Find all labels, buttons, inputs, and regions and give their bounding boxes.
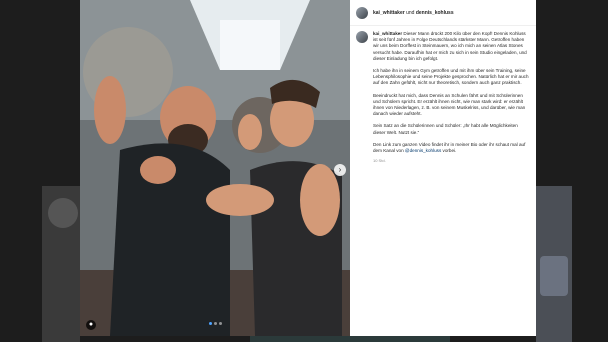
caption-paragraph: kai_whittaker Dieser Mann drückt 200 Kil… — [373, 31, 530, 62]
post-side-panel: kai_whittaker und dennis_kohluss kai_whi… — [350, 0, 536, 336]
background-figure — [540, 256, 568, 296]
post-timestamp: 10 Std. — [373, 158, 386, 164]
caption-avatar[interactable] — [356, 31, 368, 43]
carousel-next-button[interactable]: › — [334, 164, 346, 176]
avatar[interactable] — [356, 6, 368, 19]
post-authors: kai_whittaker und dennis_kohluss — [373, 10, 454, 16]
coauthor-username[interactable]: dennis_kohluss — [416, 10, 454, 16]
post-caption: kai_whittaker Dieser Mann drückt 200 Kil… — [350, 26, 536, 164]
caption-text: vorbei. — [441, 148, 457, 154]
carousel-dot — [208, 322, 212, 325]
photo-illustration — [80, 0, 350, 336]
author-username[interactable]: kai_whittaker — [373, 10, 405, 16]
background-post-left — [42, 186, 80, 342]
caption-paragraph: Den Link zum ganzen Video findet ihr in … — [373, 142, 530, 154]
background-post-right — [536, 186, 572, 342]
caption-paragraph: Beeindruckt hat mich, dass Dennis an Sch… — [373, 92, 526, 117]
post-photo[interactable]: ● › — [80, 0, 350, 336]
carousel-indicator — [80, 312, 350, 330]
carousel-dot — [218, 322, 222, 325]
caption-body: kai_whittaker Dieser Mann drückt 200 Kil… — [373, 31, 530, 164]
caption-paragraph: Sein Satz an die Schülerinnen und Schüle… — [373, 123, 518, 135]
background-post-bottom — [250, 336, 450, 342]
post-header: kai_whittaker und dennis_kohluss — [350, 0, 536, 26]
post-modal: ● › kai_whittaker und dennis_kohluss kai… — [80, 0, 536, 336]
carousel-dot — [213, 322, 217, 325]
caption-username[interactable]: kai_whittaker — [373, 31, 402, 36]
background-figure — [48, 198, 78, 228]
author-joiner: und — [406, 9, 415, 16]
mention-link[interactable]: @dennis_kohluss — [405, 148, 441, 153]
caption-paragraph: Ich habe ihn in seinem Gym getroffen und… — [373, 68, 529, 86]
